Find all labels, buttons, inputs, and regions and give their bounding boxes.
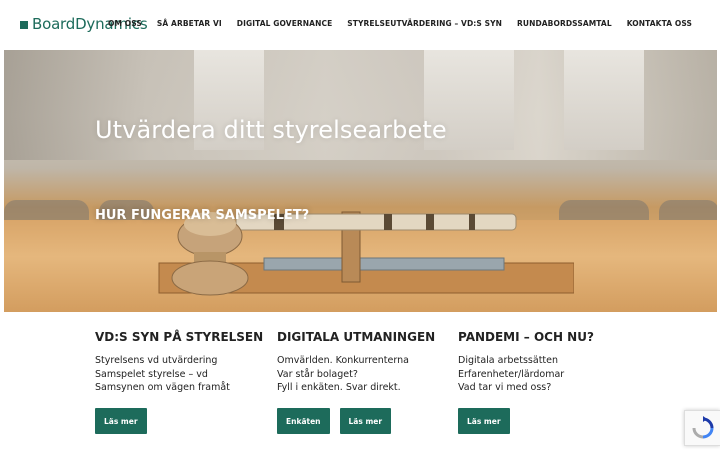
nav-item-kontakta-oss[interactable]: KONTAKTA OSS	[627, 19, 692, 28]
column-text-line: Samsynen om vägen framåt	[95, 382, 230, 393]
column-text-line: Var står bolaget?	[277, 368, 358, 380]
hero-title: Utvärdera ditt styrelsearbete	[95, 116, 447, 144]
hero-banner: Utvärdera ditt styrelsearbete HUR FUNGER…	[4, 50, 717, 312]
site-header: BoardDynamics OM OSS SÅ ARBETAR VI DIGIT…	[0, 0, 720, 50]
button-row: Enkäten Läs mer	[277, 408, 392, 434]
las-mer-button[interactable]: Läs mer	[95, 408, 147, 434]
gavel-image	[158, 211, 574, 296]
column-text-line: Styrelsens vd utvärdering	[95, 355, 218, 366]
las-mer-button[interactable]: Läs mer	[458, 408, 510, 434]
nav-item-rundabordssamtal[interactable]: RUNDABORDSSAMTAL	[517, 19, 612, 28]
button-row: Läs mer	[95, 408, 147, 434]
button-row: Läs mer	[458, 408, 510, 434]
column-heading: PANDEMI – OCH NU?	[458, 330, 594, 344]
nav-item-digital-governance[interactable]: DIGITAL GOVERNANCE	[237, 19, 333, 28]
column-vd-syn: VD:S SYN PÅ STYRELSEN Styrelsens vd utvä…	[95, 330, 270, 434]
logo-mark-icon	[20, 21, 28, 29]
column-text-line: Digitala arbetssätten	[458, 355, 559, 366]
nav-item-sa-arbetar-vi[interactable]: SÅ ARBETAR VI	[157, 19, 222, 28]
nav-item-om-oss[interactable]: OM OSS	[108, 19, 142, 28]
enkaten-button[interactable]: Enkäten	[277, 408, 330, 434]
column-text-line: Erfarenheter/lärdomar	[458, 368, 565, 380]
column-heading: DIGITALA UTMANINGEN	[277, 330, 436, 344]
column-pandemi: PANDEMI – OCH NU? Digitala arbetssätten …	[458, 330, 633, 434]
column-digitala-utmaningen: DIGITALA UTMANINGEN Omvärlden. Konkurren…	[277, 330, 452, 434]
hero-background-window	[564, 50, 644, 150]
las-mer-button[interactable]: Läs mer	[339, 408, 392, 434]
main-nav: OM OSS SÅ ARBETAR VI DIGITAL GOVERNANCE …	[108, 19, 692, 28]
column-text-line: Fyll i enkäten. Svar direkt.	[277, 382, 401, 393]
column-text-line: Omvärlden. Konkurrenterna	[277, 355, 409, 366]
recaptcha-icon	[692, 416, 713, 439]
hero-subtitle: HUR FUNGERAR SAMSPELET?	[95, 208, 310, 223]
column-text-line: Samspelet styrelse – vd	[95, 368, 208, 380]
column-text-line: Vad tar vi med oss?	[458, 382, 552, 393]
column-heading: VD:S SYN PÅ STYRELSEN	[95, 330, 264, 344]
recaptcha-badge[interactable]	[684, 410, 720, 446]
nav-item-styrelseutvardering[interactable]: STYRELSEUTVÄRDERING – VD:S SYN	[347, 19, 502, 28]
